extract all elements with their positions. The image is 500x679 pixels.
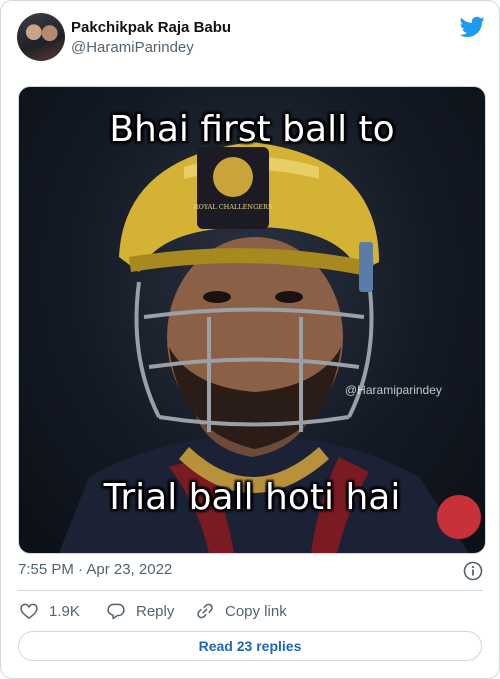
- tweet-media[interactable]: ROYAL CHALLENGERS Bhai first ball to @Ha…: [18, 86, 486, 554]
- like-button[interactable]: 1.9K: [19, 600, 80, 622]
- info-icon[interactable]: [463, 561, 483, 581]
- meme-caption-top: Bhai first ball to: [109, 109, 395, 150]
- meme-caption-bottom: Trial ball hoti hai: [103, 477, 401, 518]
- tweet-actions: 1.9K Reply Copy link: [19, 600, 485, 622]
- reply-label: Reply: [136, 602, 175, 620]
- copy-link-label: Copy link: [225, 602, 287, 620]
- read-replies-button[interactable]: Read 23 replies: [18, 631, 482, 661]
- image-watermark: @Haramiparindey: [345, 383, 442, 397]
- like-count: 1.9K: [49, 602, 80, 620]
- reply-button[interactable]: Reply: [106, 600, 174, 622]
- heart-icon: [20, 603, 38, 620]
- tweet-header: Pakchikpak Raja Babu @HaramiParindey: [17, 13, 485, 63]
- twitter-bird-icon[interactable]: [460, 16, 485, 38]
- divider: [17, 590, 483, 591]
- display-name[interactable]: Pakchikpak Raja Babu: [71, 18, 231, 38]
- tweet-card: Pakchikpak Raja Babu @HaramiParindey ROY…: [0, 0, 500, 679]
- helmet-badge-text: ROYAL CHALLENGERS: [194, 203, 273, 211]
- tweet-meta: 7:55 PM · Apr 23, 2022: [18, 561, 485, 581]
- avatar[interactable]: [17, 13, 65, 61]
- user-handle[interactable]: @HaramiParindey: [71, 38, 231, 58]
- author-names[interactable]: Pakchikpak Raja Babu @HaramiParindey: [71, 18, 231, 58]
- reply-bubble-icon: [107, 603, 125, 620]
- link-icon: [197, 603, 213, 619]
- tweet-timestamp[interactable]: 7:55 PM · Apr 23, 2022: [18, 561, 172, 578]
- copy-link-button[interactable]: Copy link: [195, 600, 287, 622]
